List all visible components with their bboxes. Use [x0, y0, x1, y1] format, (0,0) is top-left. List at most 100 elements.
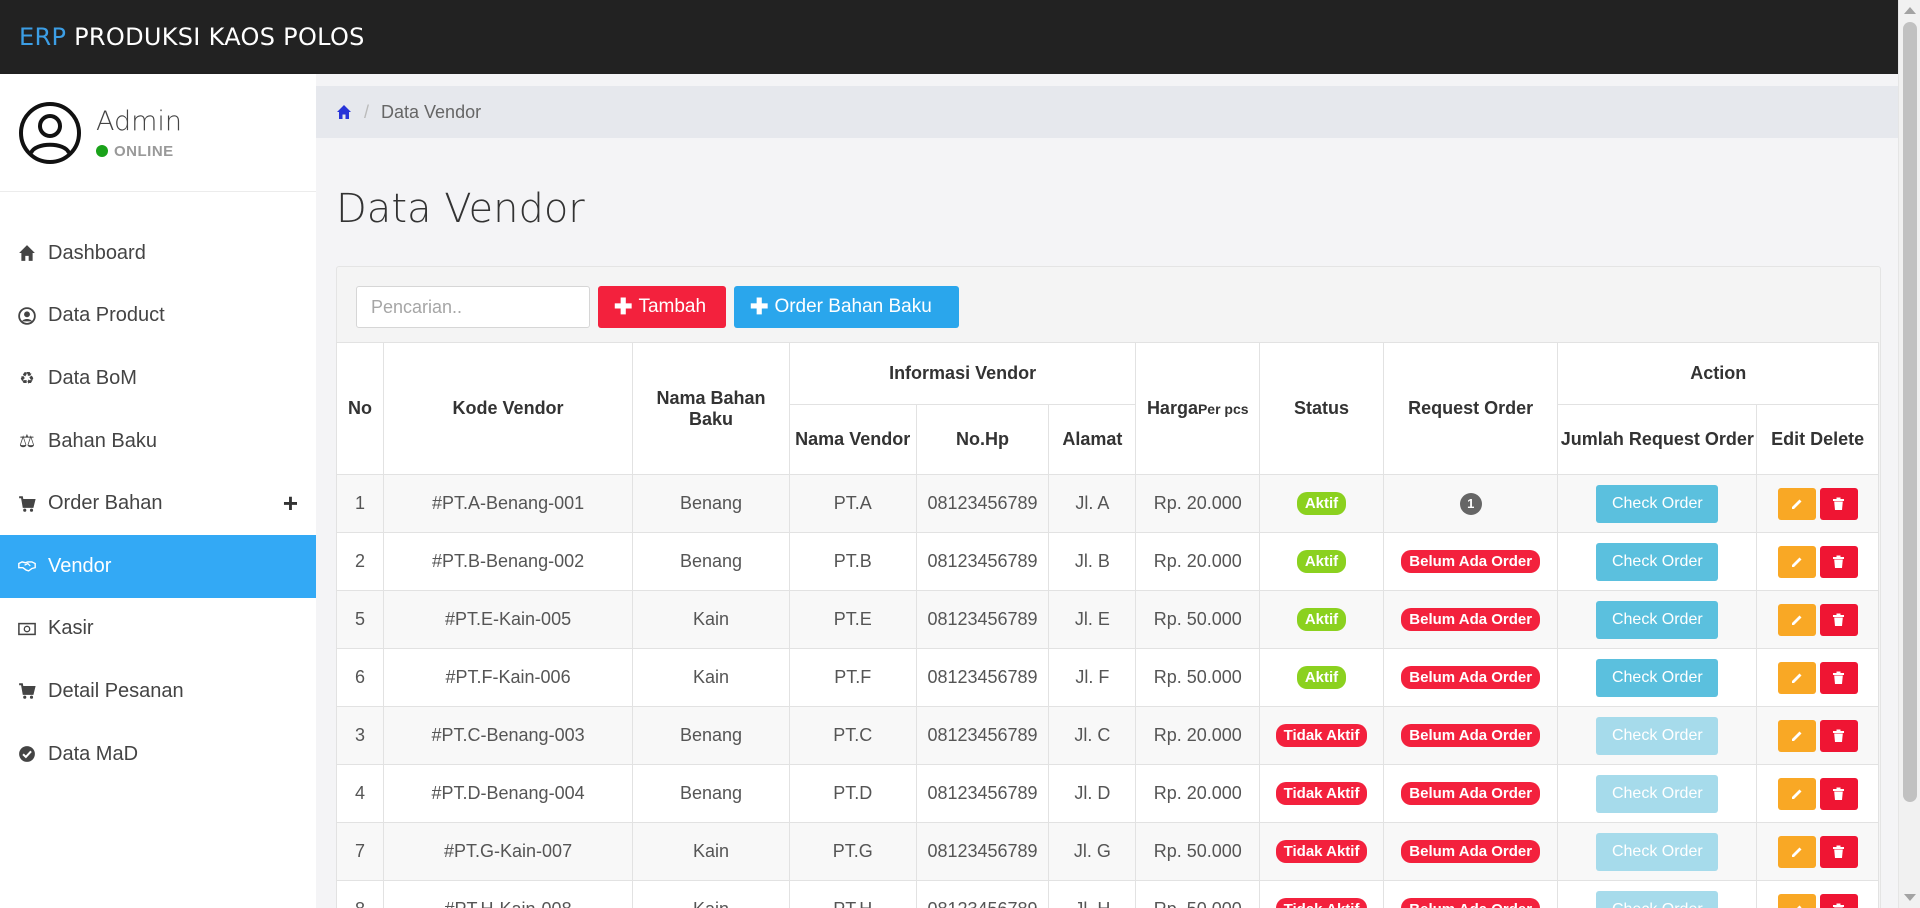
cell-status: Aktif: [1259, 648, 1384, 707]
sidebar-item-kasir[interactable]: Kasir: [0, 598, 316, 661]
sidebar-item-label: Dashboard: [48, 241, 146, 264]
cell-nama-bahan: Kain: [632, 648, 790, 707]
delete-button[interactable]: [1819, 835, 1858, 868]
cell-nama-vendor: PT.B: [788, 532, 917, 591]
brand-title[interactable]: ERP PRODUKSI KAOS POLOS: [19, 23, 365, 51]
cell-edit-delete: [1756, 590, 1879, 649]
trash-icon: [1832, 903, 1845, 908]
sidebar-item-detail-pesanan[interactable]: Detail Pesanan: [0, 660, 316, 723]
cell-edit-delete: [1756, 706, 1879, 765]
edit-button[interactable]: [1777, 719, 1816, 752]
edit-button[interactable]: [1777, 835, 1816, 868]
cell-status: Tidak Aktif: [1259, 880, 1384, 908]
table-row: 4 #PT.D-Benang-004 Benang PT.D 08123456789 Jl…: [336, 764, 1879, 823]
search-input[interactable]: [356, 286, 590, 328]
cell-kode-vendor: #PT.E-Kain-005: [382, 590, 634, 649]
cell-no: 4: [336, 764, 384, 823]
cell-nama-bahan: Kain: [632, 880, 790, 908]
delete-button[interactable]: [1819, 893, 1858, 908]
cell-nama-vendor: PT.E: [788, 590, 917, 649]
page-scrollbar[interactable]: [1898, 0, 1920, 908]
delete-button[interactable]: [1819, 603, 1858, 636]
sidebar-item-dashboard[interactable]: Dashboard: [0, 222, 316, 285]
cell-nama-bahan: Kain: [632, 590, 790, 649]
check-circle-icon: [18, 745, 36, 763]
cell-nama-bahan: Kain: [632, 822, 790, 881]
cell-request-order: 1: [1382, 474, 1559, 533]
status-badge: Tidak Aktif: [1275, 782, 1368, 805]
order-button-label: Order Bahan Baku: [774, 296, 932, 317]
check-order-button[interactable]: Check Order: [1596, 774, 1719, 813]
delete-button[interactable]: [1819, 487, 1858, 520]
edit-button[interactable]: [1777, 893, 1816, 908]
delete-button[interactable]: [1819, 719, 1858, 752]
cell-nama-vendor: PT.A: [788, 474, 917, 533]
table-row: 6 #PT.F-Kain-006 Kain PT.F 08123456789 Jl. FR…: [336, 648, 1879, 707]
trash-icon: [1832, 729, 1845, 743]
header-status: Status: [1259, 342, 1384, 475]
user-info: Admin ONLINE: [96, 106, 182, 160]
sidebar-item-data-bom[interactable]: ♻ Data BoM: [0, 347, 316, 410]
trash-icon: [1832, 613, 1845, 627]
check-order-button[interactable]: Check Order: [1596, 600, 1719, 639]
cell-alamat: Jl. F: [1048, 648, 1137, 707]
check-order-button[interactable]: Check Order: [1596, 542, 1719, 581]
recycle-icon: ♻: [19, 368, 35, 388]
edit-button[interactable]: [1777, 545, 1816, 578]
cell-nohp: 08123456789: [915, 822, 1050, 881]
trash-icon: [1832, 497, 1845, 511]
edit-button[interactable]: [1777, 487, 1816, 520]
edit-button[interactable]: [1777, 603, 1816, 636]
delete-button[interactable]: [1819, 545, 1858, 578]
header-nama-vendor: Nama Vendor: [788, 404, 917, 475]
table-row: 3 #PT.C-Benang-003 Benang PT.C 08123456789 Jl…: [336, 706, 1879, 765]
cell-kode-vendor: #PT.H-Kain-008: [382, 880, 634, 908]
pencil-icon: [1790, 613, 1804, 627]
vendor-table-body: 1 #PT.A-Benang-001 Benang PT.A 08123456789 Jl…: [336, 474, 1879, 908]
check-order-button[interactable]: Check Order: [1596, 658, 1719, 697]
cell-nohp: 08123456789: [915, 706, 1050, 765]
request-order-badge: Belum Ada Order: [1401, 782, 1541, 805]
cell-alamat: Jl. A: [1048, 474, 1137, 533]
scroll-up-icon[interactable]: [1904, 7, 1916, 14]
vendor-panel: ✚ Tambah ✚ Order Bahan Baku: [336, 266, 1881, 908]
order-bahan-baku-button[interactable]: ✚ Order Bahan Baku: [734, 286, 959, 328]
cell-status: Tidak Aktif: [1259, 764, 1384, 823]
scroll-down-icon[interactable]: [1904, 894, 1916, 901]
table-row: 7 #PT.G-Kain-007 Kain PT.G 08123456789 Jl. GR…: [336, 822, 1879, 881]
user-circle-icon: [18, 307, 36, 325]
delete-button[interactable]: [1819, 661, 1858, 694]
sidebar-item-order-bahan[interactable]: Order Bahan +: [0, 472, 316, 535]
table-row: 1 #PT.A-Benang-001 Benang PT.A 08123456789 Jl…: [336, 474, 1879, 533]
check-order-button[interactable]: Check Order: [1596, 716, 1719, 755]
check-order-button[interactable]: Check Order: [1596, 832, 1719, 871]
cell-nama-vendor: PT.G: [788, 822, 917, 881]
table-row: 5 #PT.E-Kain-005 Kain PT.E 08123456789 Jl. ER…: [336, 590, 1879, 649]
scroll-thumb[interactable]: [1903, 22, 1917, 802]
home-icon[interactable]: [336, 104, 352, 120]
sidebar-item-bahan-baku[interactable]: ⚖ Bahan Baku: [0, 410, 316, 473]
edit-button[interactable]: [1777, 777, 1816, 810]
cell-harga: Rp. 20.000: [1135, 532, 1261, 591]
check-order-button[interactable]: Check Order: [1596, 484, 1719, 523]
cart-icon: [18, 495, 36, 513]
cell-nama-vendor: PT.F: [788, 648, 917, 707]
sidebar-item-data-product[interactable]: Data Product: [0, 285, 316, 348]
add-button[interactable]: ✚ Tambah: [598, 286, 726, 328]
expand-plus-icon[interactable]: +: [283, 488, 298, 519]
breadcrumb: / Data Vendor: [316, 86, 1898, 138]
sidebar-item-data-mad[interactable]: Data MaD: [0, 723, 316, 786]
cell-no: 3: [336, 706, 384, 765]
delete-button[interactable]: [1819, 777, 1858, 810]
cell-nohp: 08123456789: [915, 880, 1050, 908]
sidebar-item-label: Kasir: [48, 617, 94, 640]
sidebar-item-vendor[interactable]: Vendor: [0, 534, 316, 598]
sidebar-item-label: Data Product: [48, 304, 165, 327]
cell-nohp: 08123456789: [915, 590, 1050, 649]
header-kode-vendor: Kode Vendor: [382, 342, 634, 475]
header-nama-bahan: Nama Bahan Baku: [632, 342, 790, 475]
check-order-button[interactable]: Check Order: [1596, 890, 1719, 908]
edit-button[interactable]: [1777, 661, 1816, 694]
cell-kode-vendor: #PT.D-Benang-004: [382, 764, 634, 823]
header-harga-main: Harga: [1146, 398, 1198, 418]
